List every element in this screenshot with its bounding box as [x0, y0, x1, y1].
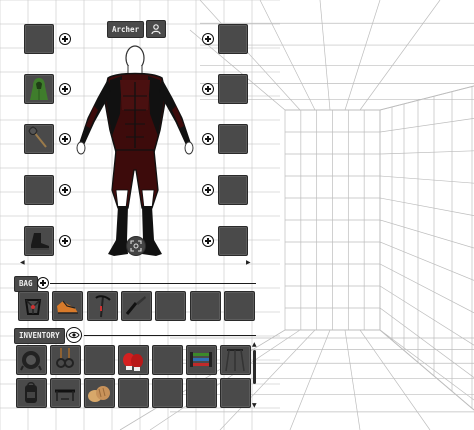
equip-slot-feet[interactable]	[24, 226, 54, 256]
bag-add-button[interactable]	[37, 277, 49, 289]
equip-slot-neck[interactable]	[218, 24, 248, 54]
tripod-icon	[225, 349, 245, 372]
bag-slot[interactable]	[189, 291, 221, 321]
focus-camera-button[interactable]	[126, 236, 146, 256]
bag-slot[interactable]	[223, 291, 255, 321]
boxing-gloves-icon	[123, 353, 143, 371]
equip-slot-head[interactable]	[24, 24, 54, 54]
inventory-slot[interactable]	[186, 345, 217, 375]
bag-slot[interactable]	[86, 291, 118, 321]
inventory-visibility-button[interactable]	[66, 327, 82, 343]
equip-slot-trinket[interactable]	[218, 226, 248, 256]
inventory-divider	[84, 335, 256, 336]
inventory-slot[interactable]	[50, 345, 81, 375]
equip-add-trinket-button[interactable]	[202, 235, 214, 247]
profile-button[interactable]	[146, 20, 166, 38]
bag-slot[interactable]	[18, 291, 49, 321]
rings-icon	[56, 348, 74, 368]
backpack-icon	[25, 382, 37, 403]
inventory-slot[interactable]	[152, 345, 183, 375]
bench-icon	[55, 389, 75, 401]
scroll-left-arrow[interactable]: ◀	[20, 260, 25, 266]
bread-icon	[88, 386, 110, 402]
equip-add-chest-button[interactable]	[202, 83, 214, 95]
resistance-bands-icon	[190, 352, 212, 367]
inventory-slot[interactable]	[220, 378, 251, 408]
eye-icon	[68, 331, 80, 339]
green-hooded-cloak-icon	[30, 78, 48, 100]
spiked-mace-icon	[28, 126, 47, 148]
equip-slot-weapon[interactable]	[24, 124, 54, 154]
inventory-slot[interactable]	[84, 378, 115, 408]
bag-label: BAG	[14, 276, 38, 292]
inventory-scroll-up[interactable]: ▲	[252, 342, 257, 348]
inventory-slot[interactable]	[220, 345, 251, 375]
inventory-slot[interactable]	[16, 345, 47, 375]
knife-icon	[125, 296, 146, 315]
inventory-scrollbar[interactable]	[253, 350, 256, 384]
inventory-label: INVENTORY	[14, 328, 65, 344]
leather-boot-icon	[31, 233, 49, 250]
scroll-right-arrow[interactable]: ▶	[246, 260, 251, 266]
inventory-scroll-down[interactable]: ▼	[252, 403, 257, 409]
inventory-slot[interactable]	[118, 345, 149, 375]
character-figure	[76, 45, 194, 256]
inventory-slot[interactable]	[118, 378, 149, 408]
equip-slot-hands[interactable]	[24, 175, 54, 205]
bag-divider	[50, 283, 256, 284]
equip-slot-chest[interactable]	[218, 74, 248, 104]
bag-slot[interactable]	[52, 291, 84, 321]
mask-helmet-icon	[20, 351, 42, 371]
inventory-slot[interactable]	[152, 378, 183, 408]
inventory-slot[interactable]	[186, 378, 217, 408]
focus-target-icon	[130, 240, 142, 252]
inventory-slot[interactable]	[50, 378, 81, 408]
equip-add-ring-button[interactable]	[202, 184, 214, 196]
equip-slot-cloak[interactable]	[24, 74, 54, 104]
inventory-slot[interactable]	[16, 378, 47, 408]
bag-slot[interactable]	[155, 291, 187, 321]
person-icon	[151, 24, 161, 35]
character-name-label: Archer	[107, 21, 145, 38]
equip-add-neck-button[interactable]	[202, 33, 214, 45]
equip-slot-ring[interactable]	[218, 175, 248, 205]
inventory-slot[interactable]	[84, 345, 115, 375]
harness-icon	[24, 299, 42, 315]
ice-axe-icon	[94, 295, 111, 318]
climbing-shoe-icon	[57, 300, 79, 314]
equip-add-offhand-button[interactable]	[202, 133, 214, 145]
equip-slot-offhand[interactable]	[218, 124, 248, 154]
bag-slot[interactable]	[120, 291, 152, 321]
